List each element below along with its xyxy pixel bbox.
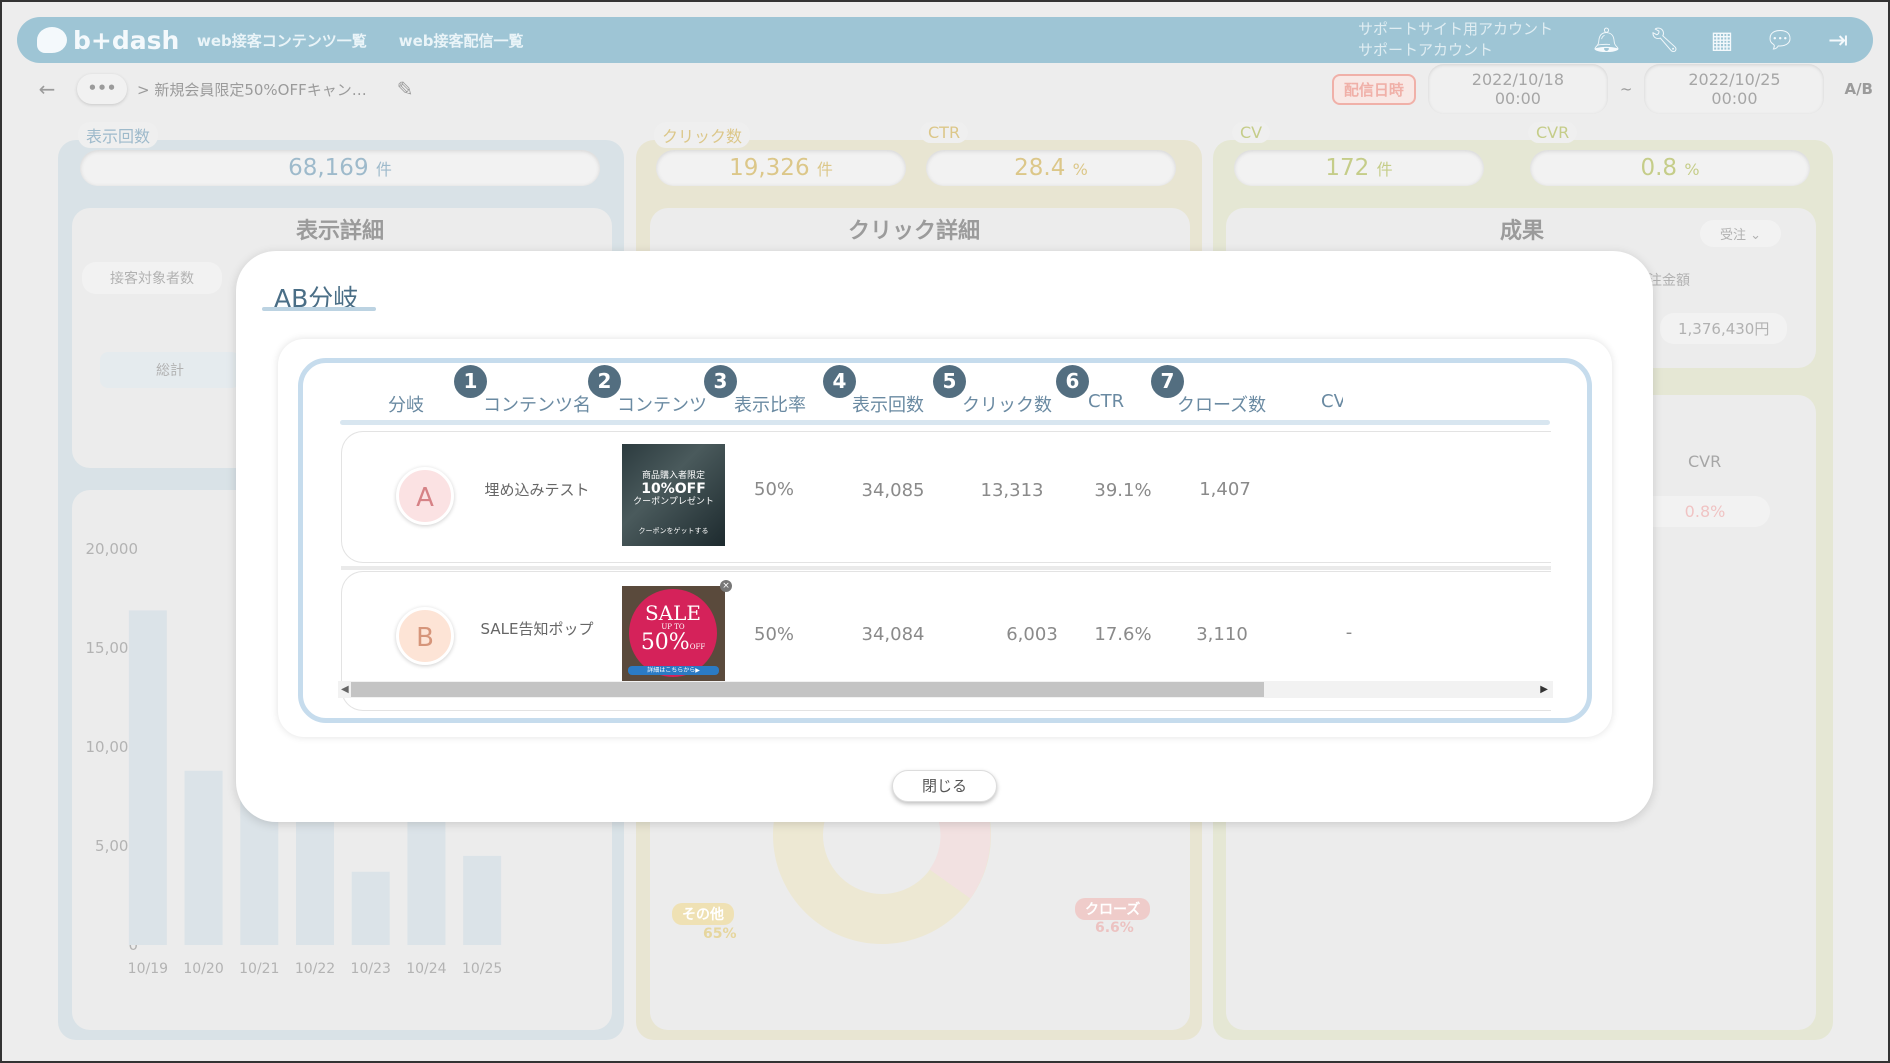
col-impressions: 表示回数 bbox=[852, 395, 924, 416]
scrollbar-thumb[interactable] bbox=[351, 682, 1264, 697]
horizontal-scrollbar[interactable]: ◀ ▶ bbox=[338, 681, 1553, 698]
row-divider bbox=[341, 566, 1551, 570]
content-thumbnail-a[interactable]: 商品購入者限定 10%OFF クーポンプレゼント クーポンをゲットする bbox=[622, 444, 725, 546]
closes-a: 1,407 bbox=[1199, 479, 1251, 500]
banner-a-line4: クーポンをゲットする bbox=[638, 527, 709, 535]
clicks-a: 13,313 bbox=[980, 480, 1044, 501]
banner-b-line4: OFF bbox=[689, 643, 706, 651]
col-content-name: コンテンツ名 bbox=[483, 395, 591, 416]
col-ctr: CTR bbox=[1088, 391, 1125, 412]
branch-badge-b: B bbox=[396, 607, 454, 665]
close-button[interactable]: 閉じる bbox=[892, 770, 997, 802]
ab-table-card: 分岐 1 コンテンツ名 2 コンテンツ 3 表示比率 4 表示回数 5 クリック… bbox=[278, 339, 1612, 737]
ratio-b: 50% bbox=[753, 624, 795, 645]
branch-badge-a: A bbox=[396, 467, 454, 525]
col-cv: CV bbox=[1321, 391, 1343, 412]
modal-title-underline bbox=[262, 307, 376, 311]
ab-table: 分岐 1 コンテンツ名 2 コンテンツ 3 表示比率 4 表示回数 5 クリック… bbox=[298, 358, 1592, 723]
header-divider bbox=[340, 420, 1550, 425]
sale-badge: SALE UP TO 50%OFF bbox=[629, 589, 717, 677]
scroll-left-icon[interactable]: ◀ bbox=[341, 681, 349, 698]
content-name-a: 埋め込みテスト bbox=[484, 481, 590, 499]
col-display-ratio: 表示比率 bbox=[734, 395, 806, 416]
ratio-a: 50% bbox=[753, 479, 795, 500]
col-badge-6: 6 bbox=[1056, 365, 1089, 398]
content-name-b: SALE告知ポップ bbox=[480, 620, 594, 638]
col-clicks: クリック数 bbox=[962, 395, 1052, 416]
clicks-b: 6,003 bbox=[1006, 624, 1058, 645]
impressions-a: 34,085 bbox=[861, 480, 925, 501]
impressions-b: 34,084 bbox=[861, 624, 925, 645]
banner-b-line1: SALE bbox=[644, 601, 702, 625]
ctr-b: 17.6% bbox=[1094, 624, 1152, 645]
scroll-right-icon[interactable]: ▶ bbox=[1540, 681, 1548, 698]
closes-b: 3,110 bbox=[1196, 624, 1248, 645]
banner-b-percent: 50%OFF bbox=[629, 632, 717, 658]
content-thumbnail-b[interactable]: SALE UP TO 50%OFF 詳細はこちらから▶ bbox=[622, 586, 725, 681]
ab-branch-modal: A B 分岐 分岐 1 コンテンツ名 2 コンテンツ 3 表示比率 4 表示回数 5… bbox=[236, 251, 1653, 822]
table-header: 分岐 1 コンテンツ名 2 コンテンツ 3 表示比率 4 表示回数 5 クリック… bbox=[303, 363, 1587, 423]
table-row-a: A 埋め込みテスト 商品購入者限定 10%OFF クーポンプレゼント クーポンを… bbox=[341, 431, 1551, 563]
col-branch: 分岐 bbox=[388, 395, 424, 416]
banner-b-line3: 50% bbox=[640, 630, 690, 655]
banner-b-detail-link: 詳細はこちらから▶ bbox=[628, 666, 719, 675]
close-icon: × bbox=[720, 580, 732, 592]
col-content: コンテンツ bbox=[617, 395, 707, 416]
col-closes: クローズ数 bbox=[1177, 395, 1267, 416]
ctr-a: 39.1% bbox=[1094, 480, 1152, 501]
cv-b: - bbox=[1345, 622, 1353, 643]
banner-a-line3: クーポンプレゼント bbox=[633, 497, 714, 507]
col-badge-3: 3 bbox=[704, 365, 737, 398]
banner-a-line2: 10%OFF bbox=[641, 481, 706, 497]
